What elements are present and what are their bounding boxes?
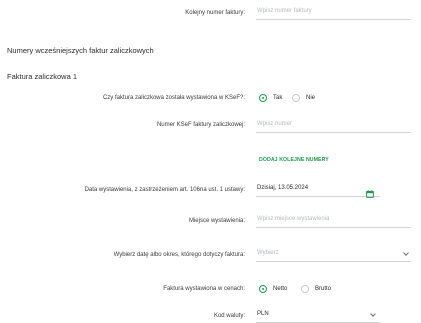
issue-place-input[interactable]: Wpisz miejsce wystawienia [256,214,411,228]
ksef-no-radio[interactable] [292,94,300,102]
ksef-question-label: Czy faktura zaliczkowa została wystawion… [102,95,245,101]
ksef-number-label: Numer KSeF faktury zaliczkowej: [156,122,245,128]
chevron-down-icon [370,311,376,317]
advance-invoice-heading: Faktura zaliczkowa 1 [7,72,78,81]
currency-label: Kod waluty: [213,313,245,319]
ksef-yes-radio[interactable] [259,94,267,102]
invoice-number-label: Kolejny numer faktury: [185,10,245,16]
calendar-icon[interactable] [366,185,374,198]
ksef-number-input[interactable]: Wpisz numer [256,119,411,133]
ksef-yes-label[interactable]: Tak [273,95,282,101]
issue-date-input[interactable]: Dzisiaj, 13.05.2024 [256,183,380,198]
ksef-no-label[interactable]: Nie [306,95,315,101]
price-brutto-radio[interactable] [301,285,309,293]
price-brutto-label[interactable]: Brutto [315,286,331,292]
issue-date-label: Data wystawienia, z zastrzeżeniem art. 1… [84,187,245,193]
price-type-label: Faktura wystawiona w cenach: [163,286,245,292]
invoice-number-input[interactable]: Wpisz numer faktury [256,6,411,20]
date-period-select[interactable]: Wybierz [256,248,411,262]
chevron-down-icon [403,250,409,256]
currency-select[interactable]: PLN [256,309,380,323]
previous-invoices-heading: Numery wcześniejszych faktur zaliczkowyc… [7,46,154,55]
price-netto-radio[interactable] [259,285,267,293]
add-numbers-link[interactable]: DODAJ KOLEJNE NUMERY [259,157,329,163]
price-netto-label[interactable]: Netto [273,286,287,292]
date-period-label: Wybierz datę albo okres, którego dotyczy… [113,252,245,258]
issue-place-label: Miejsce wystawienia: [188,218,245,224]
